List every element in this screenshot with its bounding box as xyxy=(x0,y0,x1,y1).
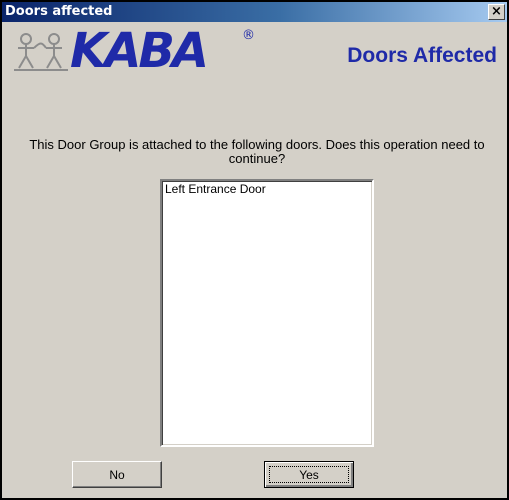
confirmation-message: This Door Group is attached to the follo… xyxy=(29,137,485,166)
registered-mark: ® xyxy=(242,28,255,43)
close-button[interactable]: × xyxy=(488,4,505,20)
no-button-label: No xyxy=(109,468,125,482)
yes-button[interactable]: Yes xyxy=(264,461,354,488)
kaba-logo-text: KABA xyxy=(70,23,209,79)
title-bar[interactable]: Doors affected × xyxy=(2,2,507,22)
focus-rectangle xyxy=(269,466,349,483)
doors-listbox[interactable]: Left Entrance Door xyxy=(160,179,374,447)
kaba-emblem-icon xyxy=(14,33,68,71)
kaba-logo: KABA ® xyxy=(10,23,280,79)
no-button[interactable]: No xyxy=(72,461,162,488)
dialog-heading: Doors Affected xyxy=(347,44,497,67)
window-title: Doors affected xyxy=(5,4,113,19)
list-item[interactable]: Left Entrance Door xyxy=(162,181,372,198)
close-icon: × xyxy=(491,4,502,19)
doors-affected-dialog: Doors affected × KABA ® Doors Affected T… xyxy=(0,0,509,500)
